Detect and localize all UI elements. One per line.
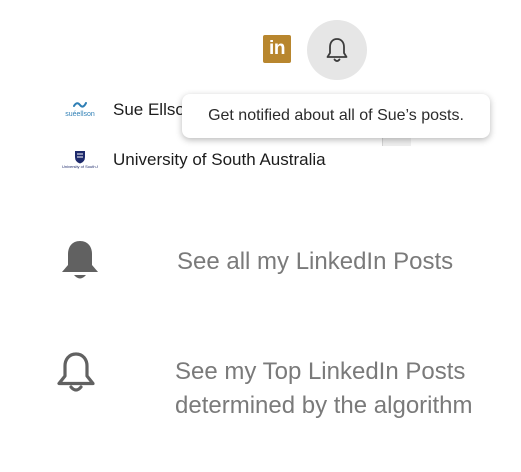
legend-all-posts-line-1: See all my LinkedIn Posts [177,248,454,275]
unisa-logo: University of South Australia [62,144,98,174]
unisa-crest-icon [75,150,85,163]
bell-outline-icon [326,38,348,62]
tooltip-text: Get notified about all of Sue’s posts. [208,107,464,124]
notification-bell-button[interactable] [307,20,367,80]
notification-tooltip: Get notified about all of Sue’s posts. [182,94,490,138]
legend-top-posts-line-1: See my Top LinkedIn Posts [175,358,466,385]
linkedin-icon[interactable]: in [263,35,291,63]
profile-name-unisa[interactable]: University of South Australia [113,150,326,170]
sue-ellson-logo-mark [73,101,87,108]
sue-ellson-logo: suéellson [62,94,98,124]
legend-all-posts-text: See all my LinkedIn Posts [177,245,453,279]
bell-filled-icon [58,238,102,284]
linkedin-badge-label: in [269,38,285,59]
profile-name-sue-ellson[interactable]: Sue Ellso [113,100,185,120]
bell-outline-icon [54,350,98,396]
legend-top-posts-line-2: determined by the algorithm [175,392,473,419]
sue-ellson-logo-text: suéellson [65,110,95,118]
unisa-logo-text: University of South Australia [62,163,98,169]
legend-top-posts-text: See my Top LinkedIn Posts determined by … [175,355,473,423]
